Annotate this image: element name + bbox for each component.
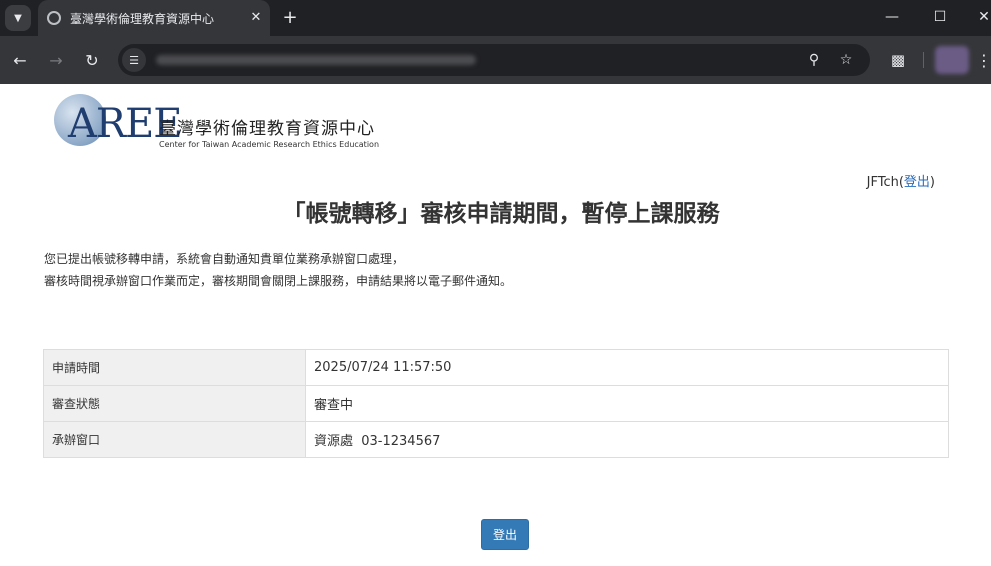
row-label-apply-time: 申請時間 (43, 349, 306, 386)
browser-tab[interactable]: 臺灣學術倫理教育資源中心 ✕ (38, 0, 270, 36)
notice-text: 您已提出帳號移轉申請，系統會自動通知貴單位業務承辦窗口處理， 審核時間視承辦窗口… (44, 248, 512, 292)
page-content: AREE 臺灣學術倫理教育資源中心 Center for Taiwan Acad… (0, 84, 991, 566)
notice-line-2: 審核時間視承辦窗口作業而定，審核期間會關閉上課服務，申請結果將以電子郵件通知。 (44, 274, 513, 288)
address-bar[interactable]: ☰ ⚲ ☆ (118, 44, 870, 76)
site-logo[interactable]: AREE 臺灣學術倫理教育資源中心 Center for Taiwan Acad… (54, 94, 384, 154)
page-title: 「帳號轉移」審核申請期間，暫停上課服務 (282, 201, 720, 227)
browser-toolbar: ← → ↻ ☰ ⚲ ☆ ▩ ⋮ (0, 36, 991, 84)
globe-icon (47, 11, 61, 25)
row-value-apply-time: 2025/07/24 11:57:50 (305, 349, 949, 386)
row-value-review-status: 審查中 (305, 385, 949, 422)
chevron-down-icon[interactable]: ▼ (5, 5, 31, 31)
profile-avatar[interactable] (935, 46, 969, 74)
logout-link[interactable]: 登出 (904, 175, 930, 190)
table-row: 申請時間 2025/07/24 11:57:50 (43, 349, 949, 386)
logo-name-en: Center for Taiwan Academic Research Ethi… (159, 140, 380, 149)
row-label-contact-window: 承辦窗口 (43, 421, 306, 458)
logout-button[interactable]: 登出 (481, 519, 529, 550)
toolbar-divider (923, 52, 924, 68)
window-close-icon[interactable]: ✕ (972, 5, 991, 29)
row-value-contact-window: 資源處 03-1234567 (305, 421, 949, 458)
close-icon[interactable]: ✕ (246, 7, 266, 27)
url-text (156, 55, 476, 65)
forward-icon[interactable]: → (44, 48, 68, 72)
star-icon[interactable]: ☆ (836, 50, 856, 70)
zoom-icon[interactable]: ⚲ (804, 50, 824, 70)
plus-icon[interactable]: + (279, 6, 301, 28)
extensions-icon[interactable]: ▩ (886, 48, 910, 72)
row-label-review-status: 審查狀態 (43, 385, 306, 422)
back-icon[interactable]: ← (8, 48, 32, 72)
notice-line-1: 您已提出帳號移轉申請，系統會自動通知貴單位業務承辦窗口處理， (44, 252, 405, 266)
reload-icon[interactable]: ↻ (80, 48, 104, 72)
minimize-icon[interactable]: — (880, 5, 904, 29)
browser-tab-bar: ▼ 臺灣學術倫理教育資源中心 ✕ + — ☐ ✕ (0, 0, 991, 36)
table-row: 承辦窗口 資源處 03-1234567 (43, 421, 949, 458)
application-info-table: 申請時間 2025/07/24 11:57:50 審查狀態 審查中 承辦窗口 資… (43, 349, 949, 458)
table-row: 審查狀態 審查中 (43, 385, 949, 422)
kebab-menu-icon[interactable]: ⋮ (976, 48, 991, 72)
user-paren-close: ) (929, 175, 935, 190)
tab-title: 臺灣學術倫理教育資源中心 (70, 12, 215, 26)
maximize-icon[interactable]: ☐ (928, 5, 952, 29)
username: JFTch (866, 175, 899, 190)
site-info-icon[interactable]: ☰ (122, 48, 146, 72)
user-info: JFTch(登出) (867, 171, 935, 190)
logo-name-cn: 臺灣學術倫理教育資源中心 (159, 119, 375, 139)
